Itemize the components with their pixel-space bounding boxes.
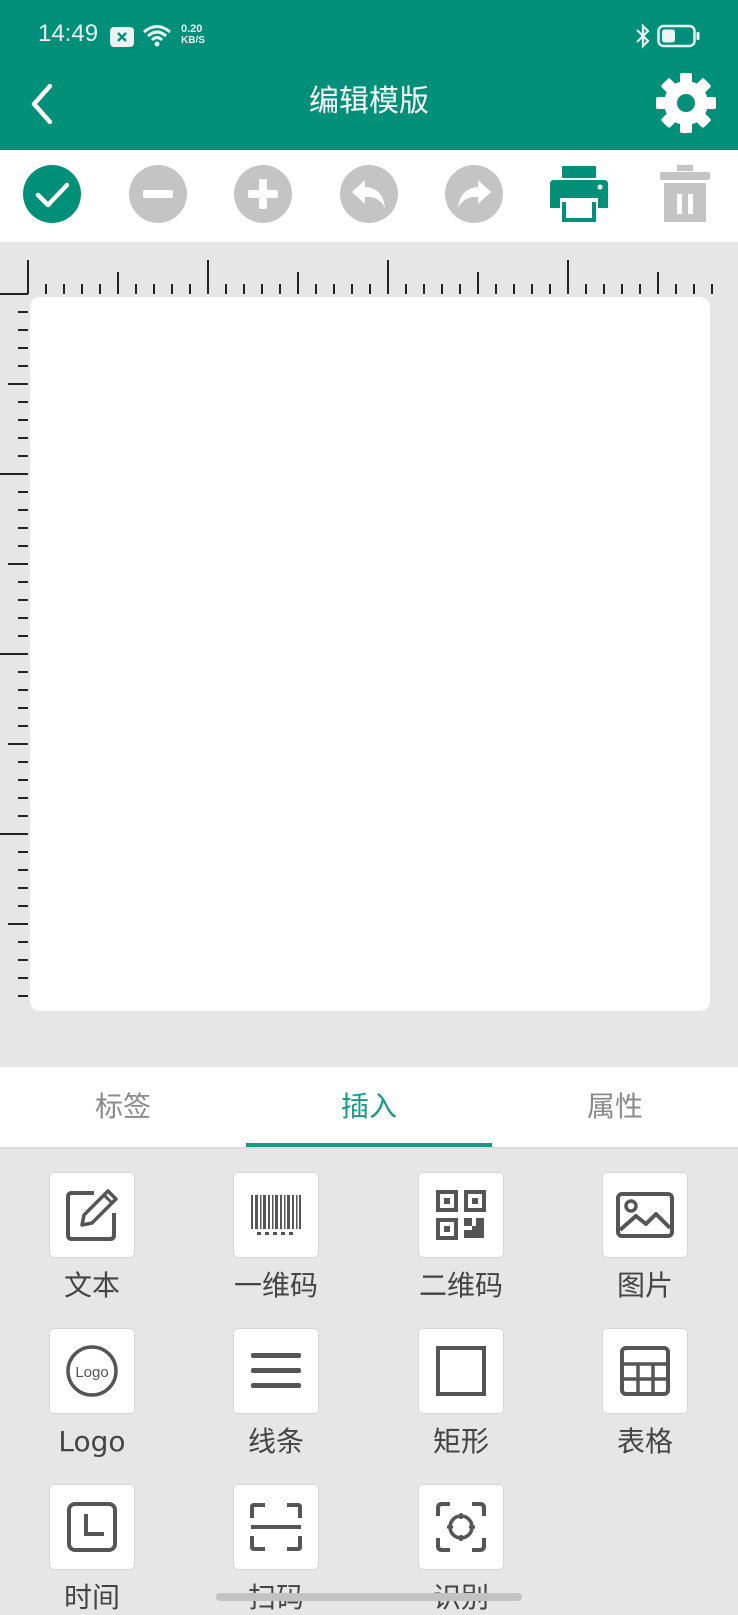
insert-rectangle-button[interactable] bbox=[419, 1329, 503, 1413]
canvas-area[interactable] bbox=[0, 242, 738, 1067]
confirm-button[interactable] bbox=[22, 164, 82, 224]
image-icon bbox=[616, 1192, 674, 1238]
lines-icon bbox=[251, 1353, 301, 1388]
app-bar: 14:49 0.20 KB/S 编辑模版 bbox=[0, 0, 738, 150]
gear-icon bbox=[656, 73, 716, 133]
edit-text-icon bbox=[66, 1189, 118, 1241]
editor-toolbar bbox=[0, 150, 738, 242]
insert-image-button[interactable] bbox=[603, 1173, 687, 1257]
minus-circle-icon bbox=[129, 165, 187, 223]
tool-label: 二维码 bbox=[418, 1269, 503, 1302]
tool-label: 线条 bbox=[247, 1425, 304, 1458]
delete-button[interactable] bbox=[658, 164, 712, 224]
insert-logo-tool[interactable]: Logo Logo bbox=[17, 1329, 167, 1459]
rectangle-icon bbox=[436, 1346, 486, 1396]
label-canvas[interactable] bbox=[30, 297, 710, 1011]
undo-icon bbox=[340, 165, 398, 223]
insert-qrcode-tool[interactable]: 二维码 bbox=[386, 1173, 536, 1303]
zoom-in-button[interactable] bbox=[233, 164, 293, 224]
insert-text-tool[interactable]: 文本 bbox=[17, 1173, 167, 1303]
tool-label: 一维码 bbox=[233, 1269, 318, 1302]
qr-code-icon bbox=[436, 1190, 486, 1240]
table-icon bbox=[620, 1346, 670, 1396]
notification-icon bbox=[110, 27, 134, 47]
insert-image-tool[interactable]: 图片 bbox=[570, 1173, 720, 1303]
recognize-button[interactable] bbox=[419, 1485, 503, 1569]
bottom-tabs: 标签 插入 属性 bbox=[0, 1067, 738, 1149]
clock-icon bbox=[67, 1502, 117, 1552]
insert-logo-button[interactable]: Logo bbox=[50, 1329, 134, 1413]
scan-icon bbox=[250, 1503, 302, 1551]
bluetooth-icon bbox=[636, 23, 650, 49]
tool-label: Logo bbox=[58, 1425, 126, 1458]
undo-button[interactable] bbox=[339, 164, 399, 224]
tool-label: 图片 bbox=[616, 1269, 673, 1302]
scan-code-button[interactable] bbox=[234, 1485, 318, 1569]
insert-time-button[interactable] bbox=[50, 1485, 134, 1569]
tool-label: 矩形 bbox=[432, 1425, 489, 1458]
check-circle-icon bbox=[23, 165, 81, 223]
insert-qrcode-button[interactable] bbox=[419, 1173, 503, 1257]
barcode-icon bbox=[251, 1195, 301, 1235]
tab-indicator bbox=[246, 1143, 492, 1147]
zoom-out-button[interactable] bbox=[128, 164, 188, 224]
tool-label: 文本 bbox=[63, 1269, 120, 1302]
insert-barcode-button[interactable] bbox=[234, 1173, 318, 1257]
insert-lines-button[interactable] bbox=[234, 1329, 318, 1413]
tab-label[interactable]: 标签 bbox=[0, 1067, 246, 1147]
wifi-icon bbox=[143, 25, 171, 47]
tab-insert[interactable]: 插入 bbox=[246, 1067, 492, 1147]
logo-icon: Logo bbox=[66, 1345, 118, 1397]
tab-properties[interactable]: 属性 bbox=[492, 1067, 738, 1147]
net-speed-value: 0.20 bbox=[181, 23, 203, 35]
plus-circle-icon bbox=[234, 165, 292, 223]
insert-table-button[interactable] bbox=[603, 1329, 687, 1413]
insert-text-button[interactable] bbox=[50, 1173, 134, 1257]
net-speed-unit: KB/S bbox=[181, 35, 205, 46]
insert-time-tool[interactable]: 时间 bbox=[17, 1485, 167, 1615]
battery-icon bbox=[657, 24, 700, 48]
insert-barcode-tool[interactable]: 一维码 bbox=[201, 1173, 351, 1303]
settings-button[interactable] bbox=[655, 72, 717, 134]
insert-rectangle-tool[interactable]: 矩形 bbox=[386, 1329, 536, 1459]
page-title: 编辑模版 bbox=[309, 84, 429, 119]
redo-button[interactable] bbox=[444, 164, 504, 224]
insert-panel: 文本 一维码 二维码 图片 Logo Logo 线条 矩形 表格 时间 bbox=[0, 1149, 738, 1614]
tool-label: 时间 bbox=[63, 1581, 120, 1614]
net-speed: 0.20 KB/S bbox=[181, 23, 205, 47]
svg-text:Logo: Logo bbox=[75, 1364, 108, 1381]
status-time: 14:49 bbox=[38, 20, 99, 47]
redo-icon bbox=[445, 165, 503, 223]
trash-icon bbox=[660, 165, 710, 222]
printer-icon bbox=[550, 166, 608, 222]
recognize-icon bbox=[436, 1502, 486, 1552]
print-button[interactable] bbox=[548, 164, 610, 224]
insert-table-tool[interactable]: 表格 bbox=[570, 1329, 720, 1459]
insert-lines-tool[interactable]: 线条 bbox=[201, 1329, 351, 1459]
tool-label: 表格 bbox=[616, 1425, 673, 1458]
